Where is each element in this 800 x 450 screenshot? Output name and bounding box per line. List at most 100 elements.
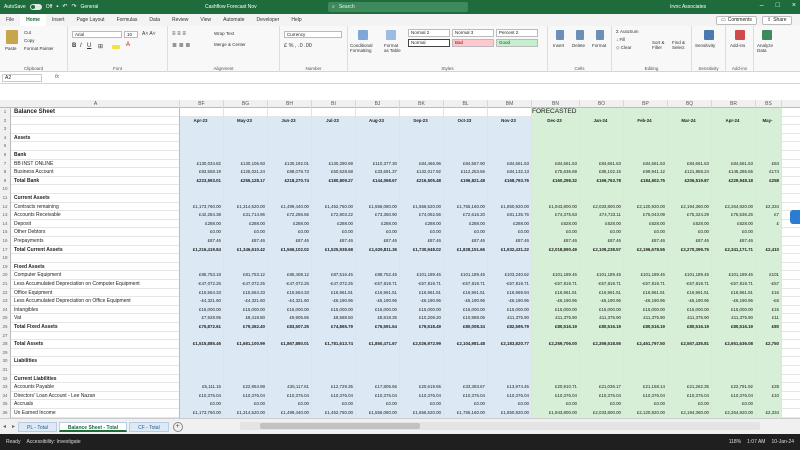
cell[interactable] — [624, 194, 668, 203]
delete-button[interactable]: Delete — [572, 43, 585, 48]
cell[interactable] — [488, 262, 532, 272]
row-number[interactable]: 1 — [0, 108, 11, 117]
cell[interactable] — [712, 133, 756, 143]
cell[interactable]: £1,850,920.00 — [488, 409, 532, 418]
cell[interactable] — [756, 366, 782, 375]
row-number[interactable]: 4 — [0, 133, 11, 143]
cell[interactable]: £288.00 — [180, 219, 224, 229]
cell[interactable] — [180, 357, 224, 366]
cell[interactable]: £80,516.19 — [580, 323, 624, 332]
cell[interactable]: £2,018,890.49 — [532, 245, 580, 255]
cell[interactable]: £0.00 — [668, 400, 712, 409]
cell[interactable] — [532, 133, 580, 143]
clear-button[interactable]: ◇ Clear — [616, 45, 631, 51]
cell[interactable] — [712, 151, 756, 160]
cell[interactable] — [488, 125, 532, 134]
cell[interactable]: £0.00 — [488, 400, 532, 409]
cell[interactable] — [356, 357, 400, 366]
cell[interactable]: £20,910.71 — [532, 383, 580, 392]
cell[interactable]: -£6,190.96 — [712, 297, 756, 306]
cell[interactable]: £628.00 — [668, 219, 712, 229]
cell[interactable]: £10,376.04 — [400, 391, 444, 401]
cell[interactable] — [668, 108, 712, 117]
sensitivity-label[interactable]: General — [80, 4, 98, 10]
cell[interactable]: £84,661.63 — [712, 159, 756, 169]
cell[interactable] — [488, 348, 532, 358]
cell[interactable] — [756, 133, 782, 143]
cell[interactable]: £103,240.62 — [488, 271, 532, 280]
cell[interactable] — [224, 366, 268, 375]
row-label[interactable]: Accounts Receivable — [12, 211, 180, 220]
save-icon[interactable]: ▪ — [56, 4, 58, 10]
menu-data[interactable]: Data — [143, 14, 166, 26]
cell[interactable]: Apr-24 — [712, 116, 756, 126]
cell[interactable]: £121,858.24 — [668, 168, 712, 177]
cell[interactable] — [532, 151, 580, 160]
cell[interactable] — [224, 374, 268, 384]
row-number[interactable]: 17 — [0, 245, 11, 255]
cell[interactable] — [532, 348, 580, 358]
fill-button[interactable]: ↓ Fill — [616, 37, 625, 42]
cell[interactable] — [580, 348, 624, 358]
style-bad[interactable]: Bad — [452, 39, 494, 47]
autosave-toggle[interactable] — [29, 4, 42, 10]
undo-icon[interactable]: ↶ — [62, 4, 67, 10]
cell[interactable]: -£57,819.71 — [488, 280, 532, 289]
cell[interactable] — [580, 366, 624, 375]
minimize-icon[interactable]: – — [760, 2, 764, 9]
cell[interactable] — [756, 185, 782, 194]
row-label[interactable]: Un Earned Income — [12, 409, 180, 418]
zoom-level[interactable]: 118% — [729, 439, 741, 445]
cell[interactable]: £0.00 — [624, 400, 668, 409]
cell[interactable] — [400, 348, 444, 358]
cell[interactable]: £2,259,706.00 — [532, 340, 580, 349]
cell[interactable] — [444, 185, 488, 194]
cell[interactable]: £87.46 — [712, 237, 756, 246]
cell[interactable] — [668, 194, 712, 203]
row-label[interactable]: Intangibles — [12, 305, 180, 315]
next-sheet-icon[interactable]: ▸ — [9, 423, 18, 430]
cell[interactable] — [268, 262, 312, 272]
cell[interactable]: £288.00 — [268, 219, 312, 229]
cell[interactable]: £13,974.45 — [488, 383, 532, 392]
format-as-table-button[interactable]: Format as Table — [384, 43, 404, 53]
cell[interactable]: £11,375.90 — [532, 314, 580, 323]
cell[interactable]: £2,104,981.48 — [444, 340, 488, 349]
cell[interactable] — [580, 357, 624, 366]
style-normal[interactable]: Normal — [408, 39, 450, 47]
cell[interactable] — [268, 366, 312, 375]
cell[interactable]: £2,359,518.55 — [580, 340, 624, 349]
cell[interactable]: £15 — [756, 305, 782, 315]
cell[interactable] — [180, 254, 224, 263]
cell[interactable]: £112,253.56 — [444, 168, 488, 177]
row-label[interactable] — [12, 116, 180, 126]
cell[interactable]: £2,196,678.55 — [624, 245, 668, 255]
style-good[interactable]: Good — [496, 39, 538, 47]
cell[interactable] — [444, 125, 488, 134]
row-label[interactable]: Current Assets — [12, 194, 180, 203]
cell[interactable] — [400, 254, 444, 263]
cell[interactable] — [580, 254, 624, 263]
row-label[interactable]: Total Current Assets — [12, 245, 180, 255]
cell[interactable] — [488, 374, 532, 384]
cell[interactable]: £16,969.94 — [488, 288, 532, 298]
cell[interactable] — [268, 108, 312, 117]
cell[interactable]: £87.46 — [268, 237, 312, 246]
close-icon[interactable]: × — [792, 2, 796, 9]
cell[interactable] — [756, 254, 782, 263]
cell[interactable] — [224, 108, 268, 117]
cell[interactable] — [756, 228, 782, 237]
cell[interactable] — [624, 185, 668, 194]
cell[interactable]: Apr-23 — [180, 116, 224, 126]
cell[interactable]: £1,173,760.00 — [180, 409, 224, 418]
cell[interactable] — [312, 108, 356, 117]
row-label[interactable]: Less Accumulated Depreciation on Compute… — [12, 280, 180, 289]
cell[interactable] — [756, 262, 782, 272]
row-number[interactable]: 5 — [0, 142, 11, 151]
cell[interactable] — [712, 262, 756, 272]
cell[interactable] — [712, 254, 756, 263]
paste-button[interactable]: Paste — [5, 46, 17, 51]
font-size-select[interactable]: 10 — [124, 31, 138, 38]
cell[interactable] — [444, 151, 488, 160]
cell[interactable]: Oct-23 — [444, 116, 488, 126]
